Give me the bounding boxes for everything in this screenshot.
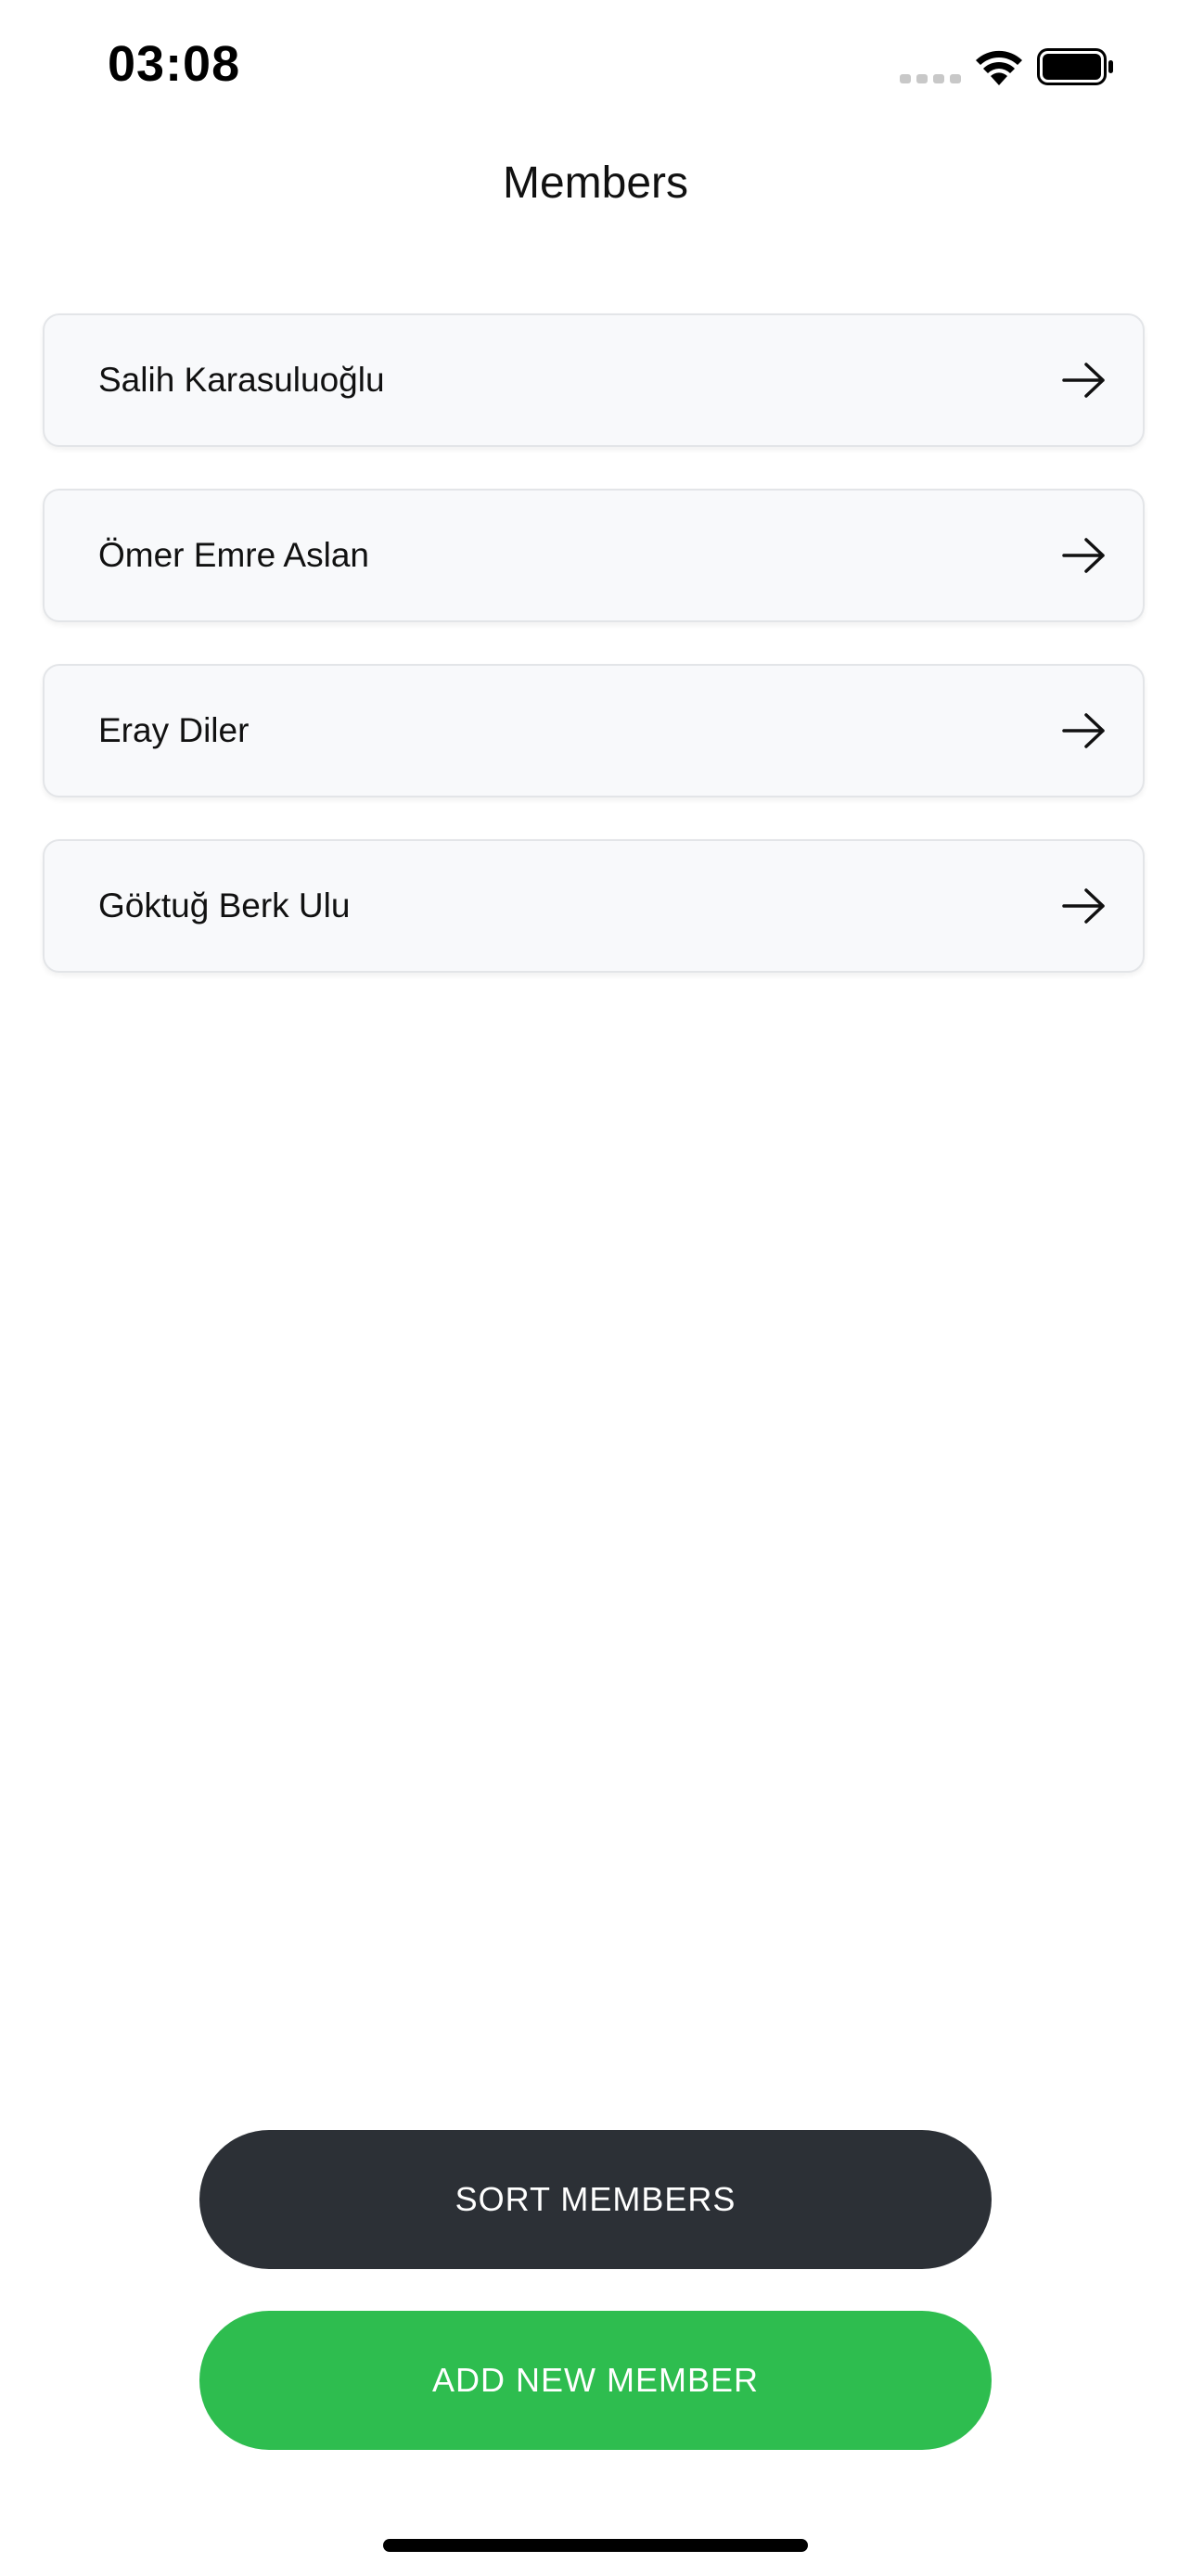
member-row-goktug-berk-ulu[interactable]: Göktuğ Berk Ulu: [43, 839, 1145, 973]
arrow-right-icon: [1062, 363, 1105, 398]
member-row-omer-emre-aslan[interactable]: Ömer Emre Aslan: [43, 489, 1145, 622]
member-name: Salih Karasuluoğlu: [98, 361, 385, 399]
member-name: Ömer Emre Aslan: [98, 536, 369, 574]
member-row-salih-karasuluoglu[interactable]: Salih Karasuluoğlu: [43, 313, 1145, 447]
status-time: 03:08: [108, 36, 241, 92]
member-list: Salih Karasuluoğlu Ömer Emre Aslan Eray …: [43, 313, 1148, 1014]
member-name: Eray Diler: [98, 711, 250, 749]
wifi-icon: [976, 50, 1022, 85]
arrow-right-icon: [1062, 713, 1105, 748]
add-new-member-button[interactable]: ADD NEW MEMBER: [199, 2311, 992, 2450]
arrow-right-icon: [1062, 538, 1105, 573]
status-bar: 03:08: [0, 0, 1191, 139]
page-title: Members: [502, 159, 689, 208]
sort-members-button[interactable]: SORT MEMBERS: [199, 2130, 992, 2269]
member-row-eray-diler[interactable]: Eray Diler: [43, 664, 1145, 797]
member-name: Göktuğ Berk Ulu: [98, 886, 351, 925]
arrow-right-icon: [1062, 888, 1105, 924]
battery-icon: [1037, 48, 1113, 85]
cellular-signal-icon: [900, 74, 961, 83]
home-indicator[interactable]: [383, 2539, 808, 2552]
